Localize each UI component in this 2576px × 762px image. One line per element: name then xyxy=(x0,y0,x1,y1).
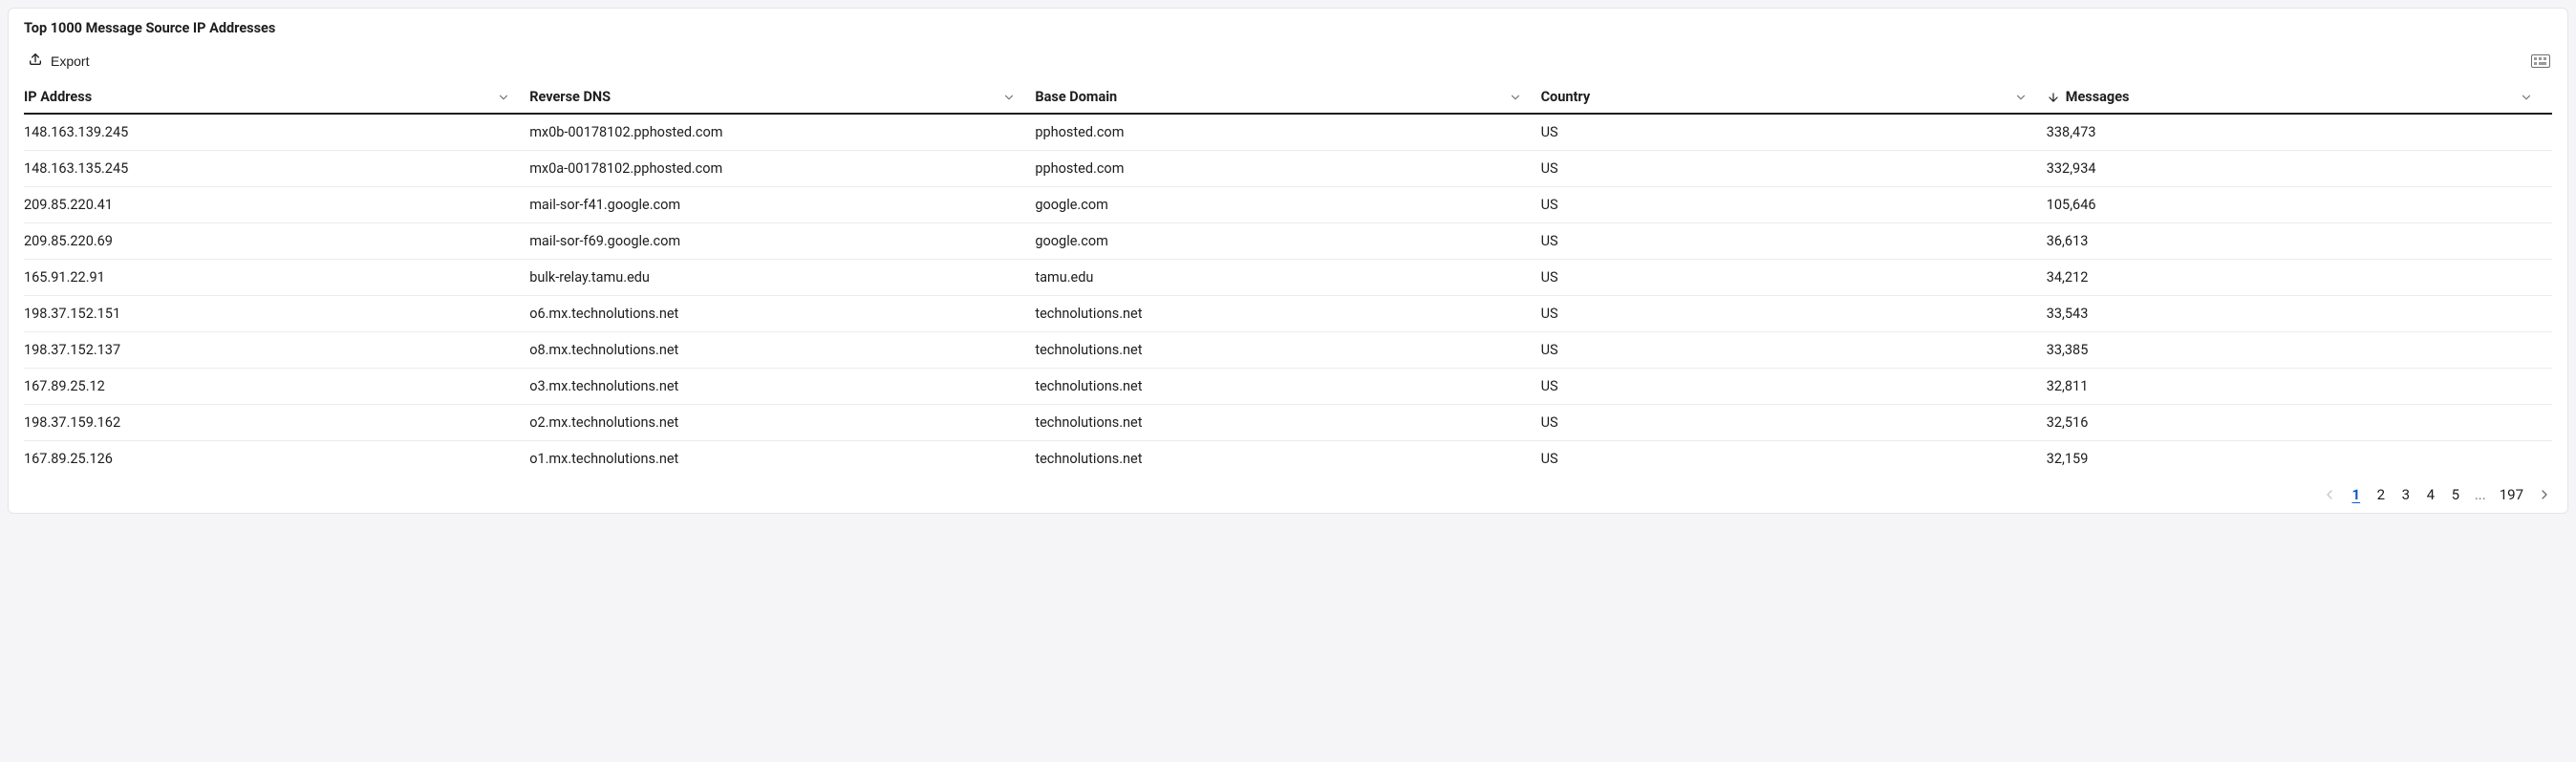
page-2[interactable]: 2 xyxy=(2375,486,2387,503)
cell-domain: pphosted.com xyxy=(1035,114,1540,151)
chevron-down-icon xyxy=(1509,91,1522,104)
cell-domain: google.com xyxy=(1035,223,1540,260)
column-header-messages-label: Messages xyxy=(2066,89,2130,105)
cell-messages: 332,934 xyxy=(2047,151,2552,187)
chevron-down-icon xyxy=(1002,91,1016,104)
cell-rdns: mail-sor-f69.google.com xyxy=(529,223,1035,260)
column-header-rdns-label: Reverse DNS xyxy=(529,89,611,105)
cell-domain: technolutions.net xyxy=(1035,405,1540,441)
column-header-country[interactable]: Country xyxy=(1541,81,2047,114)
chevron-down-icon xyxy=(497,91,510,104)
table-row[interactable]: 198.37.152.151o6.mx.technolutions.nettec… xyxy=(24,296,2552,332)
cell-messages: 32,516 xyxy=(2047,405,2552,441)
cell-messages: 36,613 xyxy=(2047,223,2552,260)
cell-messages: 32,811 xyxy=(2047,369,2552,405)
page-4[interactable]: 4 xyxy=(2425,486,2436,503)
cell-rdns: o3.mx.technolutions.net xyxy=(529,369,1035,405)
cell-domain: pphosted.com xyxy=(1035,151,1540,187)
cell-rdns: mx0b-00178102.pphosted.com xyxy=(529,114,1035,151)
cell-rdns: mx0a-00178102.pphosted.com xyxy=(529,151,1035,187)
keyboard-icon[interactable] xyxy=(2531,54,2550,68)
cell-messages: 105,646 xyxy=(2047,187,2552,223)
cell-rdns: o8.mx.technolutions.net xyxy=(529,332,1035,369)
column-header-country-label: Country xyxy=(1541,89,1591,105)
cell-rdns: mail-sor-f41.google.com xyxy=(529,187,1035,223)
cell-rdns: o6.mx.technolutions.net xyxy=(529,296,1035,332)
cell-country: US xyxy=(1541,441,2047,477)
column-header-domain-label: Base Domain xyxy=(1035,89,1117,105)
cell-messages: 33,543 xyxy=(2047,296,2552,332)
page-prev[interactable] xyxy=(2322,487,2337,502)
chevron-down-icon xyxy=(2520,91,2533,104)
cell-messages: 34,212 xyxy=(2047,260,2552,296)
table-row[interactable]: 209.85.220.41mail-sor-f41.google.comgoog… xyxy=(24,187,2552,223)
page-ellipsis: ... xyxy=(2475,486,2486,503)
cell-messages: 32,159 xyxy=(2047,441,2552,477)
cell-country: US xyxy=(1541,405,2047,441)
pagination: 12345... 197 xyxy=(24,476,2552,503)
cell-country: US xyxy=(1541,114,2047,151)
cell-domain: tamu.edu xyxy=(1035,260,1540,296)
page-3[interactable]: 3 xyxy=(2400,486,2412,503)
cell-messages: 33,385 xyxy=(2047,332,2552,369)
cell-country: US xyxy=(1541,223,2047,260)
cell-country: US xyxy=(1541,187,2047,223)
cell-domain: technolutions.net xyxy=(1035,332,1540,369)
cell-country: US xyxy=(1541,151,2047,187)
cell-country: US xyxy=(1541,332,2047,369)
chevron-down-icon xyxy=(2014,91,2028,104)
column-header-messages[interactable]: Messages xyxy=(2047,81,2552,114)
table-row[interactable]: 198.37.152.137o8.mx.technolutions.nettec… xyxy=(24,332,2552,369)
cell-ip: 167.89.25.126 xyxy=(24,441,529,477)
table-row[interactable]: 148.163.135.245mx0a-00178102.pphosted.co… xyxy=(24,151,2552,187)
cell-ip: 167.89.25.12 xyxy=(24,369,529,405)
column-header-ip[interactable]: IP Address xyxy=(24,81,529,114)
cell-rdns: bulk-relay.tamu.edu xyxy=(529,260,1035,296)
cell-domain: google.com xyxy=(1035,187,1540,223)
cell-country: US xyxy=(1541,260,2047,296)
ip-table: IP Address Reverse DNS xyxy=(24,81,2552,476)
cell-domain: technolutions.net xyxy=(1035,369,1540,405)
cell-rdns: o2.mx.technolutions.net xyxy=(529,405,1035,441)
table-row[interactable]: 198.37.159.162o2.mx.technolutions.nettec… xyxy=(24,405,2552,441)
cell-ip: 198.37.152.137 xyxy=(24,332,529,369)
panel-title: Top 1000 Message Source IP Addresses xyxy=(24,20,2552,36)
cell-domain: technolutions.net xyxy=(1035,441,1540,477)
cell-messages: 338,473 xyxy=(2047,114,2552,151)
cell-ip: 148.163.135.245 xyxy=(24,151,529,187)
table-row[interactable]: 148.163.139.245mx0b-00178102.pphosted.co… xyxy=(24,114,2552,151)
column-header-rdns[interactable]: Reverse DNS xyxy=(529,81,1035,114)
table-row[interactable]: 167.89.25.126o1.mx.technolutions.nettech… xyxy=(24,441,2552,477)
cell-country: US xyxy=(1541,369,2047,405)
cell-ip: 198.37.159.162 xyxy=(24,405,529,441)
column-header-ip-label: IP Address xyxy=(24,89,92,105)
ip-addresses-panel: Top 1000 Message Source IP Addresses Exp… xyxy=(8,8,2568,514)
page-197[interactable]: 197 xyxy=(2500,486,2523,503)
cell-country: US xyxy=(1541,296,2047,332)
table-row[interactable]: 209.85.220.69mail-sor-f69.google.comgoog… xyxy=(24,223,2552,260)
export-label: Export xyxy=(51,53,89,69)
page-1[interactable]: 1 xyxy=(2351,486,2362,503)
export-icon xyxy=(28,52,43,70)
page-next[interactable] xyxy=(2537,487,2552,502)
cell-ip: 148.163.139.245 xyxy=(24,114,529,151)
page-5[interactable]: 5 xyxy=(2450,486,2461,503)
table-header-row: IP Address Reverse DNS xyxy=(24,81,2552,114)
cell-rdns: o1.mx.technolutions.net xyxy=(529,441,1035,477)
column-header-domain[interactable]: Base Domain xyxy=(1035,81,1540,114)
cell-domain: technolutions.net xyxy=(1035,296,1540,332)
table-row[interactable]: 167.89.25.12o3.mx.technolutions.nettechn… xyxy=(24,369,2552,405)
table-row[interactable]: 165.91.22.91bulk-relay.tamu.edutamu.eduU… xyxy=(24,260,2552,296)
cell-ip: 165.91.22.91 xyxy=(24,260,529,296)
sort-desc-icon xyxy=(2047,91,2060,104)
cell-ip: 198.37.152.151 xyxy=(24,296,529,332)
export-button[interactable]: Export xyxy=(26,48,91,74)
cell-ip: 209.85.220.41 xyxy=(24,187,529,223)
panel-toolbar: Export xyxy=(24,48,2552,74)
cell-ip: 209.85.220.69 xyxy=(24,223,529,260)
